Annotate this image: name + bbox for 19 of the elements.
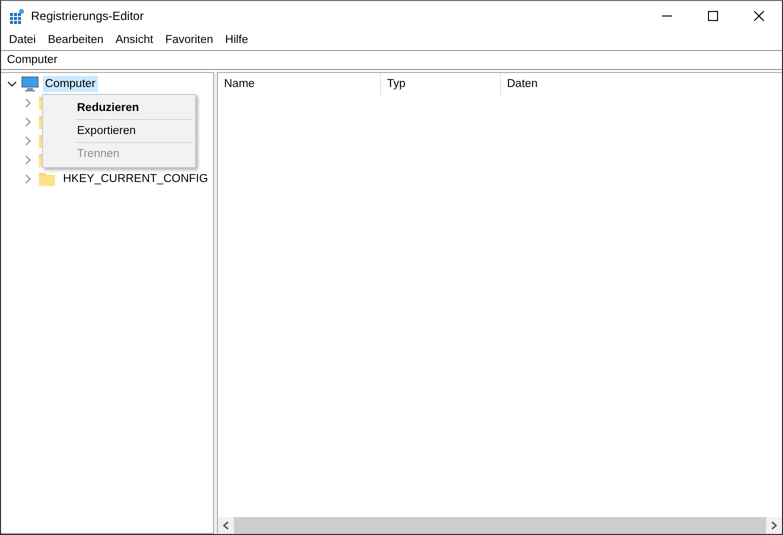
menu-item[interactable]: Hilfe (219, 34, 254, 46)
chevron-icon[interactable] (7, 79, 17, 89)
maximize-icon (708, 10, 718, 20)
registry-app-icon (9, 8, 25, 24)
context-menu-item[interactable]: Exportieren (43, 120, 195, 142)
close-icon (754, 10, 764, 20)
window-title: Registrierungs-Editor (31, 8, 144, 22)
menu-item[interactable]: Favoriten (159, 34, 220, 46)
column-header[interactable]: Daten (501, 73, 782, 96)
computer-icon (21, 76, 39, 92)
menu-item[interactable]: Ansicht (109, 34, 160, 46)
menu-item[interactable]: Datei (3, 34, 42, 46)
menu-item[interactable]: Bearbeiten (42, 34, 110, 46)
context-menu-item[interactable]: Reduzieren (43, 97, 195, 119)
tree-item[interactable]: HKEY_CURRENT_CONFIG (61, 170, 210, 186)
address-field[interactable]: Computer (1, 50, 782, 70)
column-header[interactable]: Typ (381, 73, 501, 96)
tree-item[interactable]: Computer (43, 76, 98, 92)
column-header[interactable]: Name (218, 73, 381, 96)
